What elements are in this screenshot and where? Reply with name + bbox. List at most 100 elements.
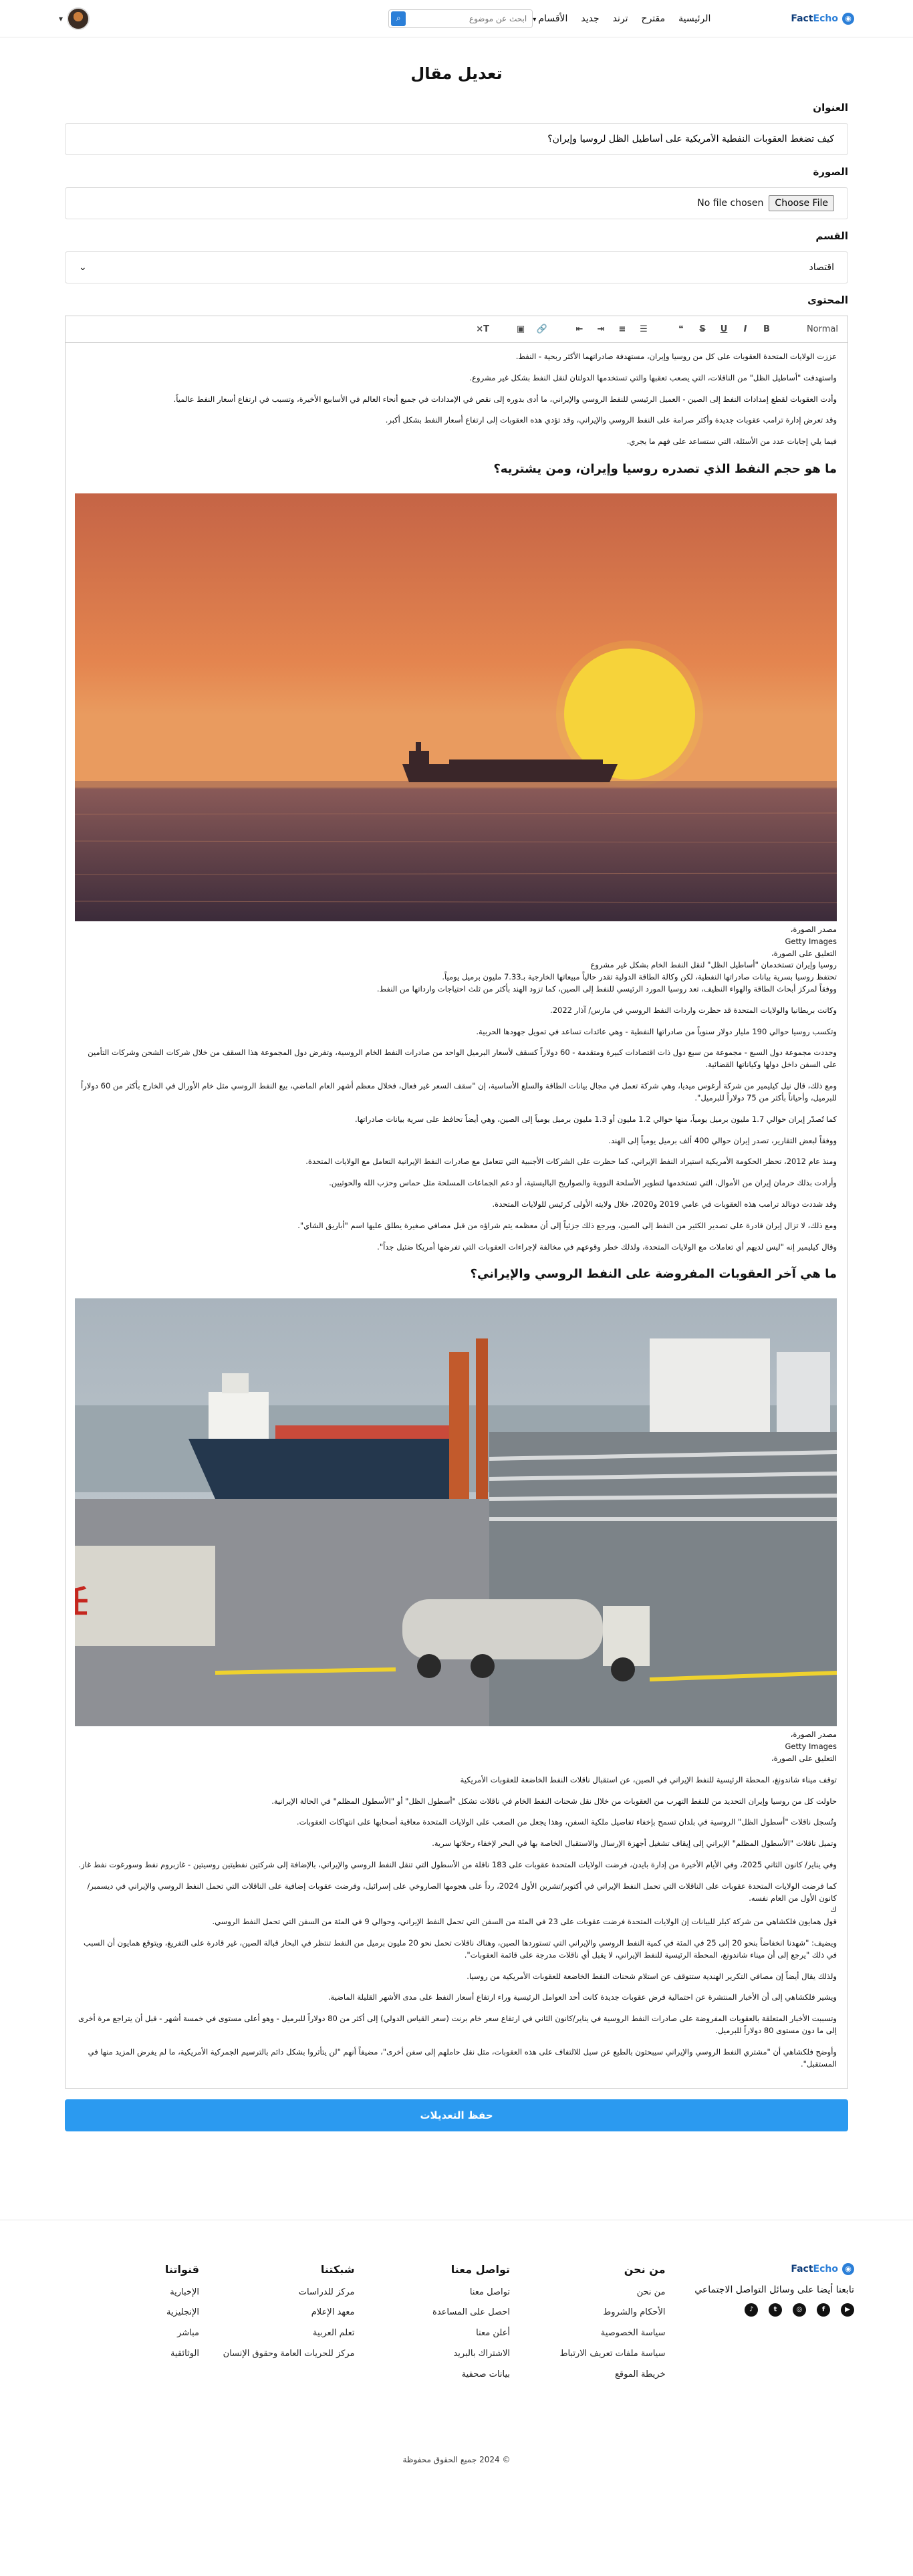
image-label: الصورة <box>813 166 848 178</box>
paragraph: توقف ميناء شاندونغ، المحطة الرئيسية للنف… <box>460 1774 837 1784</box>
title-input[interactable] <box>65 123 848 155</box>
paragraph: ومنذ عام 2012، تحظر الحكومة الأمريكية اس… <box>305 1157 837 1167</box>
quote-icon[interactable]: ❝ <box>675 324 687 334</box>
paragraph: ومع ذلك، قال نيل كيليمير من شركة أرغوس م… <box>81 1081 837 1102</box>
footer-link[interactable]: سياسة ملفات تعريف الارتباط <box>525 2348 665 2361</box>
content-field: المحتوى Normal B I U S ❝ ☰ ≡ ⇥ ⇤ 🔗 ▣ T× <box>65 294 848 2089</box>
footer-logo[interactable]: ◉ FactEcho <box>680 2262 854 2275</box>
paragraph: عززت الولايات المتحدة العقوبات على كل من… <box>515 352 837 361</box>
ordered-list-icon[interactable]: ☰ <box>638 324 650 334</box>
footer-link[interactable]: خريطة الموقع <box>525 2369 666 2381</box>
footer-link[interactable]: أعلن معنا <box>370 2327 510 2340</box>
image-caption: مصدر الصورة، Getty Images التعليق على ال… <box>376 924 837 994</box>
category-field: القسم اقتصاد ⌄ <box>65 230 848 283</box>
strikethrough-icon[interactable]: S <box>696 324 708 334</box>
paragraph: وأرادت بذلك حرمان إيران من الأموال، التي… <box>329 1178 837 1188</box>
nav-new[interactable]: جديد <box>581 13 599 24</box>
footer-link[interactable]: بيانات صحفية <box>370 2369 510 2381</box>
search-box: ⌕ <box>388 9 533 28</box>
nav-sections[interactable]: الأقسام <box>533 13 567 24</box>
footer-link[interactable]: الإخبارية <box>59 2287 199 2299</box>
paragraph: ومع ذلك، لا تزال إيران قادرة على تصدير ا… <box>297 1220 837 1230</box>
search-icon[interactable]: ⌕ <box>391 11 406 26</box>
outdent-icon[interactable]: ⇤ <box>573 324 585 334</box>
twitter-icon[interactable]: t <box>769 2303 782 2317</box>
footer-network: شبكتنا مركز للدراسات معهد الإعلام تعلم ا… <box>215 2263 355 2369</box>
paragraph: كما تُصدّر إيران حوالي 1.7 مليون برميل ي… <box>354 1114 837 1124</box>
category-label: القسم <box>815 230 848 242</box>
nav-suggested[interactable]: مقترح <box>642 13 666 24</box>
paragraph: وكانت بريطانيا والولايات المتحدة قد حظرت… <box>550 1005 837 1015</box>
site-logo[interactable]: ◉ FactEcho <box>791 12 854 25</box>
italic-icon[interactable]: I <box>739 324 751 334</box>
footer-contact: تواصل معنا تواصل معنا احصل على المساعدة … <box>370 2263 510 2389</box>
save-changes-button[interactable]: حفظ التعديلات <box>65 2099 848 2131</box>
follow-text: تابعنا أيضا على وسائل التواصل الاجتماعي <box>694 2284 854 2295</box>
paragraph: ويشير فلكشاهي إلى أن الأخبار المنتشرة عن… <box>328 1992 837 2002</box>
indent-icon[interactable]: ⇥ <box>595 324 607 334</box>
tiktok-icon[interactable]: ♪ <box>745 2303 758 2317</box>
nav-home[interactable]: الرئيسية <box>678 13 710 24</box>
image-icon[interactable]: ▣ <box>515 324 527 334</box>
chevron-down-icon[interactable]: ▾ <box>59 14 63 23</box>
title-field: العنوان <box>65 102 848 155</box>
footer-link[interactable]: من نحن <box>525 2287 666 2299</box>
footer-link[interactable]: تواصل معنا <box>370 2287 510 2299</box>
paragraph: وتكسب روسيا حوالي 190 مليار دولار سنوياً… <box>476 1026 837 1036</box>
footer-brand: ◉ FactEcho تابعنا أيضا على وسائل التواصل… <box>680 2262 854 2317</box>
category-select[interactable]: اقتصاد ⌄ <box>65 251 848 283</box>
instagram-icon[interactable]: ◎ <box>793 2303 806 2317</box>
search-input[interactable] <box>408 9 533 27</box>
paragraph: وقال كيليمير إنه "ليس لديهم أي تعاملات م… <box>377 1242 837 1252</box>
chevron-down-icon: ⌄ <box>79 262 87 273</box>
footer-link[interactable]: مباشر <box>59 2327 199 2340</box>
paragraph: ووفقاً لبعض التقارير، تصدر إيران حوالي 4… <box>608 1135 837 1145</box>
youtube-icon[interactable]: ▶ <box>841 2303 854 2317</box>
paragraph: وقد تعرض إدارة ترامب عقوبات جديدة وأكثر … <box>385 415 837 425</box>
bullet-list-icon[interactable]: ≡ <box>616 324 628 334</box>
tanker-sunset-image <box>75 493 837 921</box>
paragraph: كما فرضت الولايات المتحدة عقوبات على الن… <box>87 1881 837 1903</box>
footer-link[interactable]: احصل على المساعدة <box>370 2307 510 2319</box>
heading-select[interactable]: Normal <box>798 324 838 334</box>
site-header: ◉ FactEcho الرئيسية مقترح ترند جديد الأق… <box>0 0 913 37</box>
edit-article-page: تعديل مقال العنوان الصورة No file chosen… <box>65 37 848 2131</box>
footer-link[interactable]: معهد الإعلام <box>215 2307 355 2319</box>
footer-link[interactable]: الوثائقية <box>59 2348 199 2361</box>
footer-link[interactable]: مركز للدراسات <box>215 2287 355 2299</box>
paragraph: وحددت مجموعة دول السبع - مجموعة من سبع د… <box>88 1048 837 1070</box>
page-title: تعديل مقال <box>410 64 503 83</box>
rich-text-editor: Normal B I U S ❝ ☰ ≡ ⇥ ⇤ 🔗 ▣ T× عززت الو… <box>65 316 848 2089</box>
user-menu[interactable]: ▾ <box>59 7 90 30</box>
footer-link[interactable]: تعلم العربية <box>215 2327 355 2340</box>
logo-text: FactEcho <box>791 13 838 24</box>
footer-link[interactable]: الأحكام والشروط <box>525 2307 665 2319</box>
site-footer: ◉ FactEcho تابعنا أيضا على وسائل التواصل… <box>0 2219 913 2480</box>
facebook-icon[interactable]: f <box>817 2303 830 2317</box>
footer-link[interactable]: مركز للحريات العامة وحقوق الإنسان <box>215 2348 355 2361</box>
avatar[interactable] <box>67 7 90 30</box>
article-heading: ما هي آخر العقوبات المفروضة على النفط ال… <box>470 1267 837 1282</box>
file-input[interactable]: No file chosen Choose File <box>65 187 848 219</box>
editor-content[interactable]: عززت الولايات المتحدة العقوبات على كل من… <box>66 343 847 2088</box>
title-label: العنوان <box>813 102 848 114</box>
paragraph: فيما يلي إجابات عدد من الأسئلة، التي ستس… <box>626 437 837 447</box>
paragraph: وأدت العقوبات لقطع إمدادات النفط إلى الص… <box>173 394 837 404</box>
bold-icon[interactable]: B <box>761 324 773 334</box>
choose-file-button[interactable]: Choose File <box>769 195 834 211</box>
article-heading: ما هو حجم النفط الذي تصدره روسيا وإيران،… <box>493 462 837 477</box>
main-nav: الرئيسية مقترح ترند جديد الأقسام <box>533 13 710 24</box>
link-icon[interactable]: 🔗 <box>536 324 548 334</box>
clear-format-icon[interactable]: T× <box>476 324 489 334</box>
port-tanker-image: 天为任 <box>75 1298 837 1727</box>
paragraph: وفي يناير/ كانون الثاني 2025، وفي الأيام… <box>78 1859 837 1869</box>
footer-link[interactable]: الاشتراك بالبريد <box>370 2348 510 2361</box>
paragraph: ك <box>830 1905 837 1915</box>
logo-icon: ◉ <box>842 12 854 25</box>
footer-link[interactable]: الإنجليزية <box>59 2307 199 2319</box>
underline-icon[interactable]: U <box>718 324 730 334</box>
footer-about: من نحن من نحن الأحكام والشروط سياسة الخص… <box>525 2263 666 2389</box>
nav-trend[interactable]: ترند <box>613 13 628 24</box>
paragraph: ولذلك يقال أيضاً إن مصافي التكرير الهندي… <box>467 1971 837 1981</box>
footer-link[interactable]: سياسة الخصوصية <box>525 2327 666 2340</box>
